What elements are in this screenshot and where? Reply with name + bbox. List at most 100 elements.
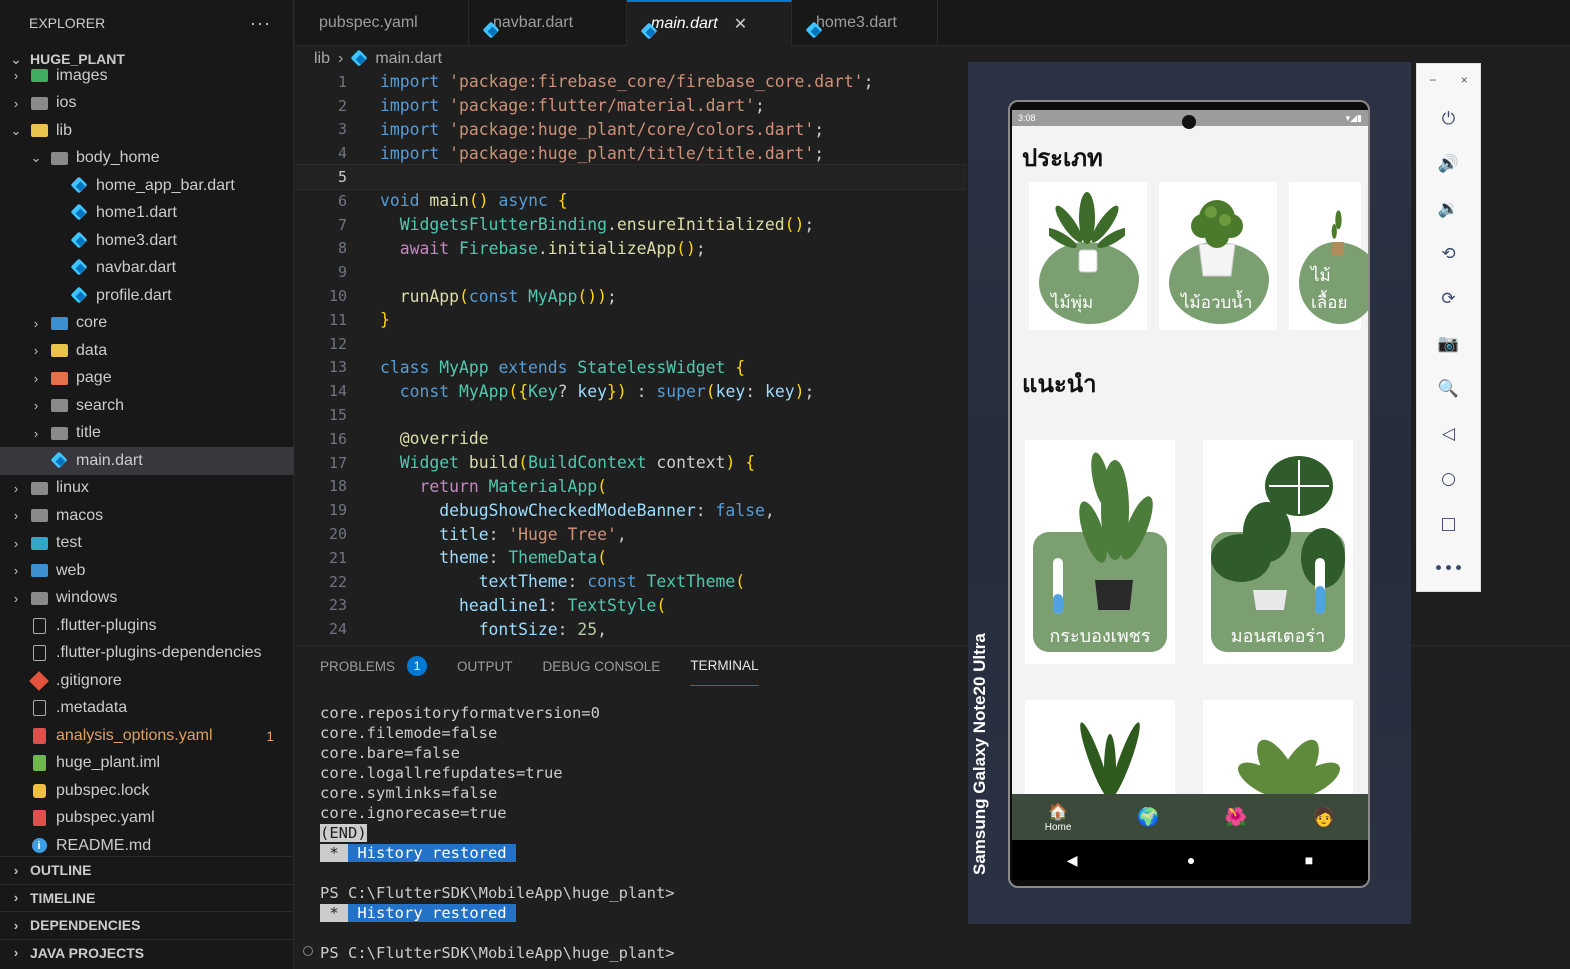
code-line[interactable]: 14 const MyApp({Key? key}) : super(key: … [295, 379, 967, 403]
zoom-button[interactable]: 🔍 [1417, 366, 1480, 411]
volume-up-button[interactable]: 🔊 [1417, 141, 1480, 186]
volume-down-button[interactable]: 🔉 [1417, 186, 1480, 231]
tree-item[interactable]: ⌄ body_home [0, 145, 294, 173]
tree-item[interactable]: › linux [0, 475, 294, 503]
tree-item[interactable]: › title [0, 420, 294, 448]
tree-item[interactable]: .flutter-plugins [0, 612, 294, 640]
code-line[interactable]: 13 class MyApp extends StatelessWidget { [295, 356, 967, 380]
recents-button[interactable]: ■ [1305, 852, 1313, 868]
code-line[interactable]: 20 title: 'Huge Tree', [295, 522, 967, 546]
nav-profile[interactable]: 🧑 [1313, 807, 1335, 828]
tree-item[interactable]: huge_plant.iml [0, 750, 294, 778]
plant-card[interactable] [1203, 700, 1353, 801]
close-icon[interactable]: ✕ [734, 14, 747, 34]
code-line[interactable]: 23 headline1: TextStyle( [295, 594, 967, 618]
rotate-right-button[interactable]: ⟳ [1417, 276, 1480, 321]
tree-item[interactable]: .flutter-plugins-dependencies [0, 640, 294, 668]
tree-item[interactable]: .metadata [0, 695, 294, 723]
nav-flower[interactable]: 🌺 [1225, 807, 1247, 828]
terminal-output[interactable]: core.repositoryformatversion=0 core.filem… [320, 704, 675, 964]
tree-item[interactable]: › macos [0, 502, 294, 530]
code-line[interactable]: 6 void main() async { [295, 189, 967, 213]
nav-home[interactable]: 🏠 Home [1045, 802, 1072, 833]
code-line[interactable]: 11} [295, 308, 967, 332]
panel-tab[interactable]: DEBUG CONSOLE [543, 646, 661, 686]
breadcrumb-file[interactable]: main.dart [375, 50, 442, 68]
panel-tab[interactable]: OUTPUT [457, 646, 513, 686]
tree-item[interactable]: analysis_options.yaml 1 [0, 722, 294, 750]
nav-plant[interactable]: 🌍 [1137, 807, 1159, 828]
tree-item[interactable]: main.dart [0, 447, 294, 475]
plant-card[interactable]: มอนสเตอร่า [1203, 440, 1353, 664]
more-button[interactable]: ••• [1417, 546, 1480, 591]
tree-item[interactable]: › test [0, 530, 294, 558]
tree-item[interactable]: i README.md [0, 832, 294, 855]
level-slider[interactable] [1315, 558, 1325, 614]
code-line[interactable]: 24 fontSize: 25, [295, 617, 967, 641]
home-button[interactable]: ○ [1417, 456, 1480, 501]
code-line[interactable]: 19 debugShowCheckedModeBanner: false, [295, 498, 967, 522]
panel-tab[interactable]: TERMINAL [690, 646, 759, 686]
tree-item[interactable]: › ios [0, 90, 294, 118]
code-line[interactable]: 9 [295, 260, 967, 284]
tree-item[interactable]: › page [0, 365, 294, 393]
tree-item[interactable]: .gitignore [0, 667, 294, 695]
category-card[interactable]: ไม้พุ่ม [1029, 182, 1147, 330]
code-line[interactable]: 10 runApp(const MyApp()); [295, 284, 967, 308]
level-slider[interactable] [1053, 558, 1063, 614]
overview-button[interactable]: □ [1417, 501, 1480, 546]
editor-tab[interactable]: home3.dart [792, 0, 938, 46]
code-line[interactable]: 18 return MaterialApp( [295, 475, 967, 499]
minimize-button[interactable]: − [1429, 73, 1436, 87]
tree-item[interactable]: pubspec.yaml [0, 805, 294, 833]
tree-item[interactable]: › web [0, 557, 294, 585]
power-button[interactable]: ⏻ [1417, 96, 1480, 141]
sidebar-section[interactable]: › DEPENDENCIES [0, 911, 294, 939]
tree-item[interactable]: › data [0, 337, 294, 365]
category-card[interactable]: ไม้เลื้อย [1289, 182, 1368, 330]
code-line[interactable]: 3 import 'package:huge_plant/core/colors.… [295, 118, 967, 142]
code-line[interactable]: 5 [295, 164, 967, 190]
tree-item[interactable]: pubspec.lock [0, 777, 294, 805]
tree-item[interactable]: home3.dart [0, 227, 294, 255]
plant-card[interactable]: กระบองเพชร [1025, 440, 1175, 664]
home-button[interactable]: ● [1187, 852, 1195, 868]
back-button[interactable]: ◀ [1067, 852, 1078, 869]
code-line[interactable]: 21 theme: ThemeData( [295, 546, 967, 570]
sidebar-section[interactable]: › TIMELINE [0, 883, 294, 912]
camera-button[interactable]: 📷 [1417, 321, 1480, 366]
tree-item[interactable]: › search [0, 392, 294, 420]
tree-item[interactable]: › images [0, 62, 294, 90]
category-list[interactable]: ไม้พุ่ม ไม้อวบน้ำ ไม้เลื้อย [1012, 182, 1368, 330]
code-line[interactable]: 1 import 'package:firebase_core/firebase_… [295, 70, 967, 94]
code-line[interactable]: 7 WidgetsFlutterBinding.ensureInitialize… [295, 213, 967, 237]
tree-item[interactable]: home_app_bar.dart [0, 172, 294, 200]
tree-item[interactable]: ⌄ lib [0, 117, 294, 145]
code-line[interactable]: 15 [295, 403, 967, 427]
close-button[interactable]: × [1461, 73, 1468, 87]
rotate-left-button[interactable]: ⟲ [1417, 231, 1480, 276]
sidebar-section[interactable]: › OUTLINE [0, 856, 294, 884]
tree-item[interactable]: › windows [0, 585, 294, 613]
terminal-prompt[interactable]: PS C:\FlutterSDK\MobileApp\huge_plant> [320, 944, 675, 964]
plant-card[interactable] [1025, 700, 1175, 806]
editor-tab[interactable]: navbar.dart [469, 0, 627, 46]
editor-tab[interactable]: pubspec.yaml [295, 0, 469, 46]
breadcrumb-folder[interactable]: lib [314, 50, 330, 68]
recommended-list[interactable]: กระบองเพชร มอนสเตอร่า [1012, 440, 1368, 664]
code-line[interactable]: 17 Widget build(BuildContext context) { [295, 451, 967, 475]
editor-tab[interactable]: main.dart ✕ [627, 0, 792, 46]
code-line[interactable]: 12 [295, 332, 967, 356]
panel-tab[interactable]: PROBLEMS 1 [320, 646, 428, 686]
tree-item[interactable]: › core [0, 310, 294, 338]
tree-item[interactable]: profile.dart [0, 282, 294, 310]
sidebar-section[interactable]: › JAVA PROJECTS [0, 938, 294, 967]
back-button[interactable]: ◁ [1417, 411, 1480, 456]
code-line[interactable]: 22 textTheme: const TextTheme( [295, 570, 967, 594]
tree-item[interactable]: navbar.dart [0, 255, 294, 283]
code-line[interactable]: 8 await Firebase.initializeApp(); [295, 237, 967, 261]
code-line[interactable]: 2 import 'package:flutter/material.dart'; [295, 94, 967, 118]
code-line[interactable]: 16 @override [295, 427, 967, 451]
code-line[interactable]: 4 import 'package:huge_plant/title/title.… [295, 141, 967, 165]
category-card[interactable]: ไม้อวบน้ำ [1159, 182, 1277, 330]
